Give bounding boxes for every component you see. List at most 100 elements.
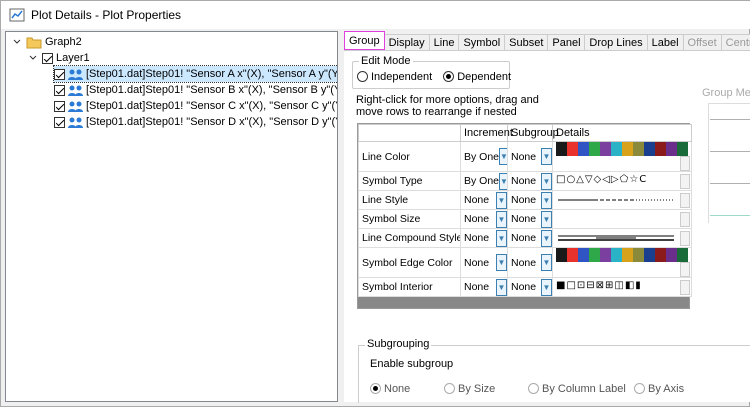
subgroup-by-axis-radio[interactable]: By Axis (634, 383, 684, 395)
tree-plot-item[interactable]: [Step01.dat]Step01! "Sensor A x"(X), "Se… (53, 65, 337, 83)
chevron-down-icon[interactable]: ▼ (541, 172, 552, 190)
increment-dropdown[interactable]: None ▼ (460, 209, 508, 229)
chevron-down-icon[interactable]: ▼ (541, 191, 552, 209)
subgrouping-legend: Subgrouping (365, 338, 432, 350)
subgroup-value: None (511, 194, 537, 206)
subgroup-dropdown[interactable]: None ▼ (507, 247, 553, 278)
increment-dropdown[interactable]: None ▼ (460, 190, 508, 210)
ellipsis-button[interactable] (680, 230, 690, 246)
tab-panel[interactable]: Panel (547, 34, 586, 50)
subgroup-by-column-label-radio[interactable]: By Column Label (528, 383, 626, 395)
chevron-down-icon[interactable]: ▼ (541, 254, 552, 271)
properties-pane: Group Display Line Symbol Subset Panel D… (344, 31, 750, 403)
chevron-down-icon[interactable]: ▼ (541, 148, 552, 165)
increment-value: By One (464, 150, 500, 163)
ellipsis-button[interactable] (680, 279, 690, 295)
plot-checkbox[interactable] (54, 84, 65, 96)
collapse-chevron-icon[interactable] (28, 53, 38, 63)
subgroup-by-column-label-label: By Column Label (542, 383, 626, 395)
subgroup-by-size-label: By Size (458, 383, 496, 395)
increment-dropdown[interactable]: By One ▼ (460, 141, 508, 172)
tree-plot-label: [Step01.dat]Step01! "Sensor B x"(X), "Se… (86, 84, 337, 96)
plot-tree[interactable]: Graph2 Layer1 [Step01.dat]Step01! "Senso… (5, 31, 338, 402)
chevron-down-icon[interactable]: ▼ (496, 254, 507, 271)
grid-header-subgroup: Subgroup (507, 124, 559, 142)
grid-row-name: Line Style (358, 190, 461, 210)
independent-radio[interactable]: Independent (357, 71, 432, 83)
grid-row[interactable]: Symbol Edge Color None ▼ None ▼ (358, 247, 692, 278)
increment-dropdown[interactable]: None ▼ (460, 247, 508, 278)
radio-on-icon (443, 71, 455, 82)
tab-label[interactable]: Label (646, 34, 684, 50)
grid-row[interactable]: Line Compound Style List None ▼ None ▼ (358, 228, 692, 248)
details-cell[interactable] (552, 190, 692, 210)
grid-header-details: Details (552, 124, 692, 142)
increment-value: By One (464, 175, 500, 187)
subgroup-dropdown[interactable]: None ▼ (507, 228, 553, 248)
subgroup-dropdown[interactable]: None ▼ (507, 141, 553, 172)
ellipsis-button[interactable] (680, 173, 690, 189)
increment-value: None (464, 256, 490, 269)
grid-row[interactable]: Symbol Size None ▼ None ▼ (358, 209, 692, 229)
group-grid[interactable]: Increment Subgroup Details Line Color By… (357, 123, 692, 309)
grid-row[interactable]: Symbol Type By One ▼ None ▼ □○△▽◇◁▷⬠☆C (358, 171, 692, 191)
tree-node-graph[interactable]: Graph2 (12, 34, 82, 50)
chevron-down-icon[interactable]: ▼ (496, 210, 507, 228)
tree-plot-item[interactable]: [Step01.dat]Step01! "Sensor C x"(X), "Se… (54, 98, 337, 114)
details-cell[interactable] (552, 247, 692, 278)
chevron-down-icon[interactable]: ▼ (496, 278, 507, 296)
preview-line (710, 215, 750, 216)
tab-line[interactable]: Line (428, 34, 460, 50)
subgroup-dropdown[interactable]: None ▼ (507, 171, 553, 191)
collapse-chevron-icon[interactable] (12, 37, 22, 47)
tab-offset[interactable]: Offset (682, 34, 722, 50)
details-cell[interactable] (552, 228, 692, 248)
tab-group[interactable]: Group (344, 31, 385, 50)
ellipsis-button[interactable] (680, 156, 690, 171)
tab-symbol[interactable]: Symbol (458, 34, 506, 50)
chevron-down-icon[interactable]: ▼ (496, 191, 507, 209)
independent-label: Independent (371, 71, 433, 83)
folder-icon (26, 37, 42, 49)
tree-plot-item[interactable]: [Step01.dat]Step01! "Sensor B x"(X), "Se… (54, 82, 337, 98)
plot-checkbox[interactable] (54, 116, 65, 128)
details-cell[interactable] (552, 209, 692, 229)
subgroup-by-size-radio[interactable]: By Size (444, 383, 495, 395)
chevron-down-icon[interactable]: ▼ (499, 148, 507, 165)
tab-display[interactable]: Display (383, 34, 430, 50)
ellipsis-button[interactable] (680, 262, 690, 277)
plot-checkbox[interactable] (54, 68, 65, 80)
radio-on-icon (370, 383, 381, 394)
increment-dropdown[interactable]: By One ▼ (460, 171, 508, 191)
grid-row-name: Line Color (358, 141, 461, 172)
tab-drop-lines[interactable]: Drop Lines (584, 34, 648, 50)
increment-dropdown[interactable]: None ▼ (460, 228, 508, 248)
subgroup-dropdown[interactable]: None ▼ (507, 190, 553, 210)
chevron-down-icon[interactable]: ▼ (541, 210, 552, 228)
subgroup-none-radio[interactable]: None (370, 383, 410, 395)
chevron-down-icon[interactable]: ▼ (541, 278, 552, 296)
grid-row[interactable]: Symbol Interior None ▼ None ▼ ■□⊡⊟⊠⊞◫◧▮ (358, 277, 692, 297)
ellipsis-button[interactable] (680, 211, 690, 227)
tree-plot-item[interactable]: [Step01.dat]Step01! "Sensor D x"(X), "Se… (54, 114, 337, 130)
plot-checkbox[interactable] (54, 100, 65, 112)
grid-row[interactable]: Line Style None ▼ None ▼ (358, 190, 692, 210)
subgroup-dropdown[interactable]: None ▼ (507, 277, 553, 297)
grid-row[interactable]: Line Color By One ▼ None ▼ (358, 141, 692, 172)
increment-dropdown[interactable]: None ▼ (460, 277, 508, 297)
subgroup-none-label: None (384, 383, 411, 395)
details-glyphs: □○△▽◇◁▷⬠☆C (556, 173, 648, 185)
tree-node-layer[interactable]: Layer1 (28, 50, 90, 66)
subgroup-dropdown[interactable]: None ▼ (507, 209, 553, 229)
tab-centroid[interactable]: Centroid (720, 34, 750, 50)
layer-checkbox[interactable] (42, 52, 53, 64)
details-cell[interactable] (552, 141, 692, 172)
details-cell[interactable]: ■□⊡⊟⊠⊞◫◧▮ (552, 277, 692, 297)
ellipsis-button[interactable] (680, 192, 690, 208)
dependent-radio[interactable]: Dependent (443, 71, 511, 83)
details-cell[interactable]: □○△▽◇◁▷⬠☆C (552, 171, 692, 191)
tab-subset[interactable]: Subset (504, 34, 549, 50)
chevron-down-icon[interactable]: ▼ (499, 172, 507, 190)
chevron-down-icon[interactable]: ▼ (496, 229, 507, 247)
chevron-down-icon[interactable]: ▼ (541, 229, 552, 247)
